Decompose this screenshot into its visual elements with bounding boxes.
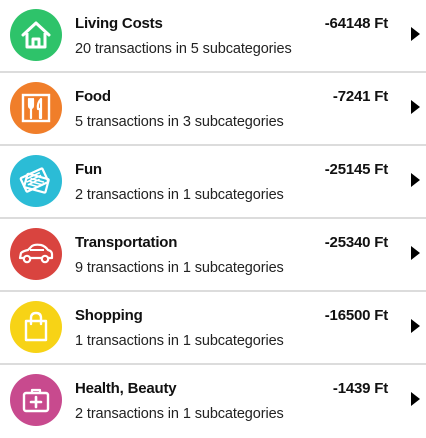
category-title: Health, Beauty	[75, 380, 177, 397]
first-aid-kit-icon	[22, 388, 50, 413]
living-costs-icon-circle	[10, 9, 62, 61]
category-title: Transportation	[75, 234, 178, 251]
category-amount: -16500 Ft	[324, 307, 388, 324]
food-icon-circle	[10, 82, 62, 134]
category-amount: -25145 Ft	[324, 161, 388, 178]
category-subtitle: 9 transactions in 1 subcategories	[75, 260, 284, 276]
category-title: Shopping	[75, 307, 143, 324]
category-amount: -64148 Ft	[324, 15, 388, 32]
category-title: Fun	[75, 161, 102, 178]
category-subtitle: 20 transactions in 5 subcategories	[75, 41, 292, 57]
category-amount: -25340 Ft	[324, 234, 388, 251]
car-icon	[18, 243, 54, 264]
chevron-right-icon[interactable]	[410, 246, 420, 260]
category-title: Food	[75, 88, 111, 105]
category-row-food[interactable]: Food 5 transactions in 3 subcategories -…	[0, 73, 426, 146]
chevron-right-icon[interactable]	[410, 319, 420, 333]
category-amount: -7241 Ft	[332, 88, 388, 105]
category-subtitle: 1 transactions in 1 subcategories	[75, 333, 284, 349]
category-row-living-costs[interactable]: Living Costs 20 transactions in 5 subcat…	[0, 0, 426, 73]
home-icon	[21, 21, 51, 49]
category-subtitle: 2 transactions in 1 subcategories	[75, 406, 284, 422]
fun-icon-circle	[10, 155, 62, 207]
category-subtitle: 5 transactions in 3 subcategories	[75, 114, 284, 130]
health-beauty-icon-circle	[10, 374, 62, 426]
shopping-bag-icon	[24, 311, 48, 342]
tickets-icon	[19, 167, 50, 194]
chevron-right-icon[interactable]	[410, 100, 420, 114]
chevron-right-icon[interactable]	[410, 173, 420, 187]
cutlery-icon	[21, 93, 51, 123]
chevron-right-icon[interactable]	[410, 392, 420, 406]
category-row-fun[interactable]: Fun 2 transactions in 1 subcategories -2…	[0, 146, 426, 219]
category-title: Living Costs	[75, 15, 163, 32]
category-row-health-beauty[interactable]: Health, Beauty 2 transactions in 1 subca…	[0, 365, 426, 438]
chevron-right-icon[interactable]	[410, 27, 420, 41]
category-row-transportation[interactable]: Transportation 9 transactions in 1 subca…	[0, 219, 426, 292]
category-row-shopping[interactable]: Shopping 1 transactions in 1 subcategori…	[0, 292, 426, 365]
category-amount: -1439 Ft	[332, 380, 388, 397]
category-list: Living Costs 20 transactions in 5 subcat…	[0, 0, 426, 438]
category-subtitle: 2 transactions in 1 subcategories	[75, 187, 284, 203]
shopping-icon-circle	[10, 301, 62, 353]
transportation-icon-circle	[10, 228, 62, 280]
